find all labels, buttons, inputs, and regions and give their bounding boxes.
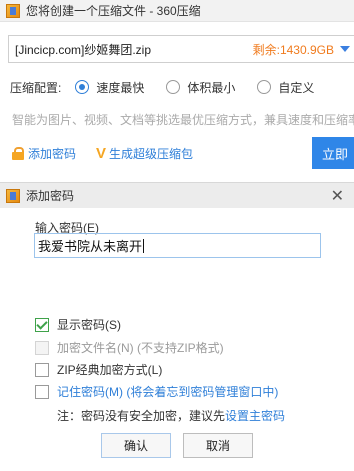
config-label: 压缩配置: [10, 80, 62, 95]
output-path-field[interactable]: [Jincicp.com]纱姬舞团.zip 剩余:1430.9GB [8, 35, 354, 63]
set-master-password-link[interactable]: 设置主密码 [225, 409, 285, 423]
checkbox[interactable] [35, 362, 49, 377]
radio-label: 体积最小 [187, 80, 236, 95]
confirm-button[interactable]: 确认 [101, 433, 171, 458]
cancel-button[interactable]: 取消 [183, 433, 253, 458]
free-space-label: 剩余:1430.9GB [252, 42, 334, 57]
checkbox-checked[interactable] [35, 317, 49, 332]
password-value: 我爱书院从未离开 [38, 239, 143, 254]
checkbox[interactable] [35, 384, 49, 399]
security-note: 注：密码没有安全加密，建议先设置主密码 [57, 407, 285, 424]
remember-password-option[interactable]: 记住密码(M) (将会着忘到密码管理窗口中) [35, 383, 278, 400]
zip-classic-encryption-option[interactable]: ZIP经典加密方式(L) [35, 361, 162, 378]
close-icon[interactable]: ✕ [331, 186, 344, 206]
super-zip-link[interactable]: 生成超级压缩包 [109, 145, 193, 162]
compress-now-button[interactable]: 立即 [312, 137, 354, 169]
radio-label: 速度最快 [96, 80, 145, 95]
note-text: 注：密码没有安全加密，建议先 [57, 409, 226, 423]
checkbox-disabled [35, 340, 49, 355]
lock-icon [12, 146, 24, 160]
window-title: 您将创建一个压缩文件 - 360压缩 [26, 4, 201, 18]
compression-config-row: 压缩配置: 速度最快 体积最小 自定义 [10, 78, 354, 96]
radio-button-selected[interactable] [75, 80, 90, 94]
radio-label: 自定义 [278, 80, 315, 95]
radio-button[interactable] [257, 80, 272, 94]
radio-smallest[interactable]: 体积最小 [166, 79, 235, 96]
chevron-down-icon[interactable] [340, 46, 350, 52]
v-badge-icon: V [96, 144, 107, 162]
checkbox-label: 加密文件名(N) (不支持ZIP格式) [57, 341, 224, 355]
text-caret [143, 238, 145, 253]
action-row: 添加密码 V 生成超级压缩包 [12, 143, 354, 163]
checkbox-label: ZIP经典加密方式(L) [57, 363, 163, 377]
checkbox-label: 显示密码(S) [57, 318, 121, 332]
radio-button[interactable] [166, 80, 181, 94]
archive-app-icon [6, 3, 20, 18]
add-password-link[interactable]: 添加密码 [28, 145, 76, 162]
window-titlebar: 您将创建一个压缩文件 - 360压缩 [0, 0, 354, 22]
password-input[interactable]: 我爱书院从未离开 [34, 233, 321, 258]
radio-fastest[interactable]: 速度最快 [75, 79, 144, 96]
output-path-value[interactable]: [Jincicp.com]纱姬舞团.zip [15, 41, 253, 58]
dialog-titlebar: 添加密码 ✕ [0, 183, 354, 208]
checkbox-label[interactable]: 记住密码(M) (将会着忘到密码管理窗口中) [57, 383, 278, 400]
radio-custom[interactable]: 自定义 [257, 79, 314, 96]
show-password-option[interactable]: 显示密码(S) [35, 316, 121, 333]
encrypt-filenames-option: 加密文件名(N) (不支持ZIP格式) [35, 339, 224, 356]
archive-app-icon [6, 188, 20, 203]
compression-hint: 智能为图片、视频、文档等挑选最优压缩方式，兼具速度和压缩率 [12, 113, 354, 127]
dialog-title: 添加密码 [26, 189, 75, 203]
